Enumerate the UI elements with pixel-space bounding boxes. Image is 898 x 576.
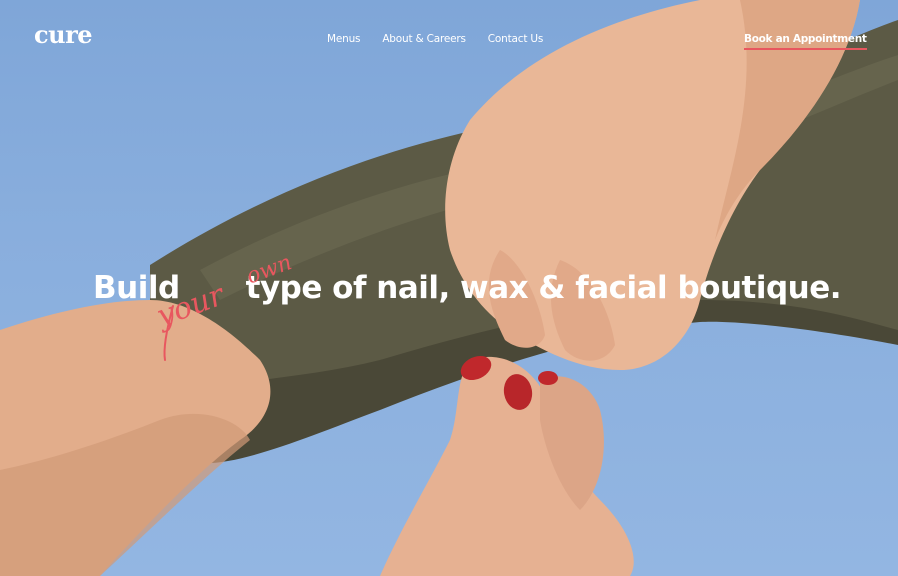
script-word-your: your [155, 277, 230, 335]
hero-section: cure Menus About & Careers Contact Us Bo… [0, 0, 898, 576]
nav-link-contact-us[interactable]: Contact Us [488, 33, 544, 45]
nav-link-menus[interactable]: Menus [327, 33, 361, 45]
headline-end: type of nail, wax & facial boutique. [245, 270, 842, 306]
script-accent: your own [155, 250, 295, 361]
nav-link-about-careers[interactable]: About & Careers [382, 33, 466, 45]
book-appointment-button[interactable]: Book an Appointment [744, 33, 867, 50]
script-word-own: own [243, 250, 295, 289]
site-header: cure Menus About & Careers Contact Us Bo… [0, 0, 898, 80]
brand-logo[interactable]: cure [34, 20, 92, 49]
nail-3 [538, 371, 558, 385]
main-nav: Menus About & Careers Contact Us [327, 33, 543, 45]
